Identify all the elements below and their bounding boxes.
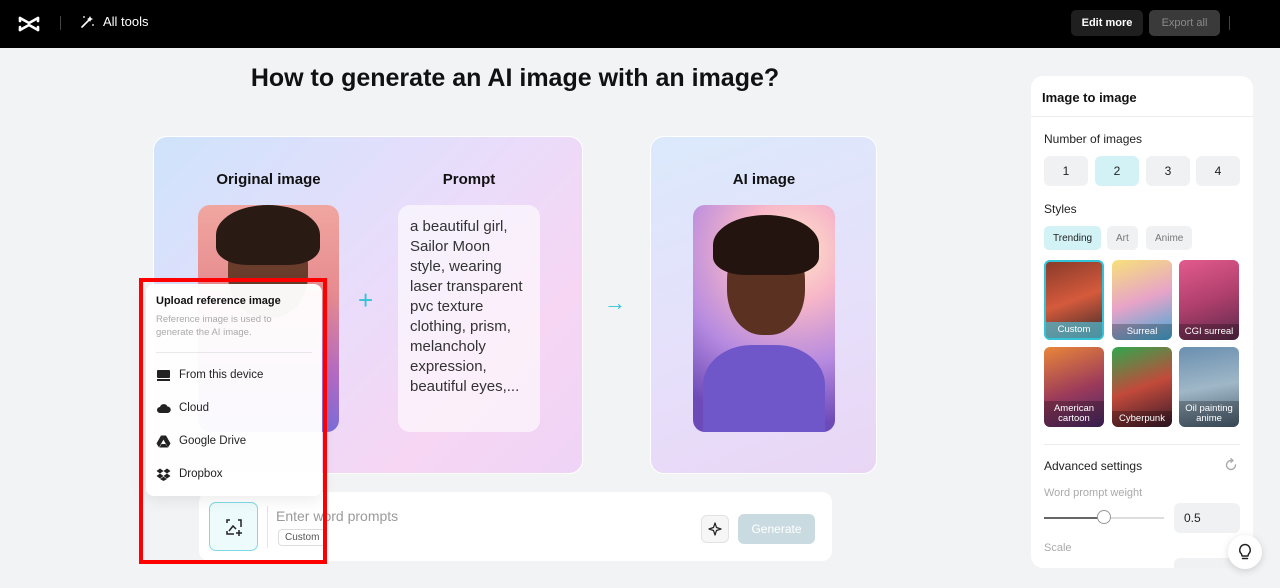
header-divider-right <box>1229 16 1230 30</box>
panel-divider-2 <box>1044 444 1240 445</box>
style-tile-american-cartoon[interactable]: American cartoon <box>1044 347 1104 427</box>
style-tile-custom[interactable]: Custom <box>1044 260 1104 340</box>
all-tools-label: All tools <box>103 14 149 29</box>
menu-item-from-device[interactable]: From this device <box>156 365 263 385</box>
page-title: How to generate an AI image with an imag… <box>250 64 780 92</box>
lightbulb-icon <box>1239 543 1251 560</box>
number-of-images-label: Number of images <box>1044 132 1143 146</box>
input-divider <box>267 506 268 548</box>
style-tile-label: Cyberpunk <box>1112 411 1172 427</box>
plus-icon: + <box>358 285 374 315</box>
upload-menu-description: Reference image is used to generate the … <box>156 314 272 338</box>
style-tile-cgi-surreal[interactable]: CGI surreal <box>1179 260 1239 340</box>
style-tab-anime[interactable]: Anime <box>1146 226 1193 250</box>
menu-item-label: Google Drive <box>179 435 247 447</box>
style-tab-trending[interactable]: Trending <box>1044 226 1102 250</box>
styles-label: Styles <box>1044 202 1077 216</box>
num-images-option-3[interactable]: 3 <box>1146 156 1190 186</box>
original-image-heading: Original image <box>216 171 321 188</box>
generate-button[interactable]: Generate <box>738 514 815 544</box>
all-tools-button[interactable]: All tools <box>80 14 149 29</box>
export-all-button[interactable]: Export all <box>1149 10 1220 36</box>
reset-icon[interactable] <box>1224 458 1238 472</box>
scale-label: Scale <box>1044 542 1072 554</box>
style-tab-art[interactable]: Art <box>1107 226 1138 250</box>
output-illustration-card: AI image <box>650 136 877 474</box>
style-tile-oil-painting-anime[interactable]: Oil painting anime <box>1179 347 1239 427</box>
edit-more-button[interactable]: Edit more <box>1071 10 1143 36</box>
style-tile-label: American cartoon <box>1044 401 1104 427</box>
menu-item-google-drive[interactable]: Google Drive <box>156 431 246 451</box>
num-images-option-1[interactable]: 1 <box>1044 156 1088 186</box>
prompt-example-box: a beautiful girl, Sailor Moon style, wea… <box>398 205 540 432</box>
menu-item-cloud[interactable]: Cloud <box>156 398 209 418</box>
header-divider <box>60 16 61 30</box>
magic-prompt-button[interactable] <box>701 515 729 543</box>
style-tile-label: CGI surreal <box>1179 324 1239 340</box>
panel-title: Image to image <box>1042 90 1137 105</box>
google-drive-icon <box>156 435 171 447</box>
prompt-input-bar: Custom Generate <box>199 492 832 561</box>
capcut-logo-icon[interactable] <box>18 13 40 35</box>
prompt-heading: Prompt <box>442 171 496 188</box>
weight-slider-handle[interactable] <box>1097 510 1111 524</box>
upload-menu-divider <box>156 352 312 353</box>
cloud-icon <box>157 403 171 413</box>
ai-image-heading: AI image <box>732 171 796 188</box>
num-images-option-2[interactable]: 2 <box>1095 156 1139 186</box>
weight-slider-fill <box>1044 517 1104 519</box>
word-prompt-weight-label: Word prompt weight <box>1044 487 1143 499</box>
dropbox-icon <box>156 468 171 481</box>
upload-menu-title: Upload reference image <box>156 295 281 307</box>
menu-item-label: From this device <box>179 369 264 381</box>
prompt-example-text: a beautiful girl, Sailor Moon style, wea… <box>410 218 523 395</box>
panel-divider <box>1031 116 1253 117</box>
device-icon <box>157 369 170 381</box>
arrow-right-icon: → <box>604 290 626 315</box>
custom-style-tag[interactable]: Custom <box>278 529 327 546</box>
sparkle-icon <box>708 522 722 536</box>
upload-reference-menu: Upload reference image Reference image i… <box>146 284 322 496</box>
weight-value-input[interactable]: 0.5 <box>1174 503 1240 533</box>
image-add-icon <box>225 518 242 536</box>
style-tile-label: Custom <box>1046 322 1102 338</box>
advanced-settings-label: Advanced settings <box>1044 459 1143 473</box>
menu-item-dropbox[interactable]: Dropbox <box>156 464 222 484</box>
word-prompt-input[interactable] <box>276 506 676 526</box>
style-tile-label: Surreal <box>1112 324 1172 340</box>
help-button[interactable] <box>1228 535 1262 569</box>
style-tile-surreal[interactable]: Surreal <box>1112 260 1172 340</box>
style-tile-label: Oil painting anime <box>1179 401 1239 427</box>
ai-generated-image <box>693 205 835 432</box>
style-tile-cyberpunk[interactable]: Cyberpunk <box>1112 347 1172 427</box>
menu-item-label: Dropbox <box>179 468 223 480</box>
top-bar: All tools Edit more Export all <box>0 0 1280 48</box>
settings-panel: Image to image Number of images 1 2 3 4 … <box>1031 76 1253 568</box>
num-images-option-4[interactable]: 4 <box>1196 156 1240 186</box>
magic-wand-icon <box>81 16 94 28</box>
upload-reference-button[interactable] <box>209 502 258 551</box>
menu-item-label: Cloud <box>179 402 210 414</box>
